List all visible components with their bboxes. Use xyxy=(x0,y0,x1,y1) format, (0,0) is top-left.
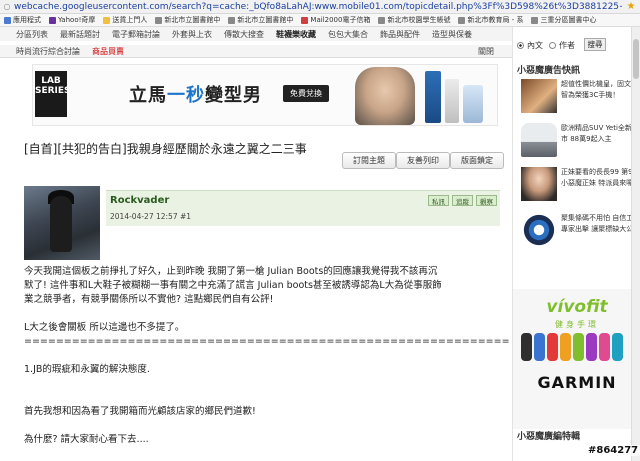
bookmark-6[interactable]: Mail2000電子信箱 xyxy=(297,15,374,25)
address-bar[interactable]: ○ webcache.googleusercontent.com/search?… xyxy=(0,0,640,14)
brand-logo: LAB SERIES xyxy=(35,71,71,117)
redeem-button[interactable]: 免費兌換 xyxy=(283,85,329,102)
folder-icon xyxy=(103,16,111,24)
separator-line: ========================================… xyxy=(24,336,510,347)
ad-section-title: 小惡魔廣告快訊 xyxy=(517,66,581,76)
post-content: 今天我開這個板之前掙扎了好久，止到昨晚 我開了第一槍 Julian Boots的… xyxy=(24,265,510,447)
page-icon: ○ xyxy=(3,2,11,11)
page-icon xyxy=(458,16,466,24)
post-line: 默了! 這件事和L大鞋子被糊糊一事有關之中充滿了謊言 Julian boots甚… xyxy=(24,280,442,291)
band-icon xyxy=(521,333,532,361)
bookmark-9[interactable]: 三重分區圖書中心 xyxy=(527,15,600,25)
bookmark-yahoo[interactable]: Yahoo!奇摩 xyxy=(45,15,99,25)
post-datetime: 2014-04-27 12:57 #1 xyxy=(110,212,192,221)
apps-icon xyxy=(4,16,11,24)
scrollbar-thumb[interactable] xyxy=(633,39,639,79)
page-scrollbar[interactable] xyxy=(631,27,640,461)
ad-item[interactable]: 歐洲精品SUV Yeti全新上市 88萬9起入主 xyxy=(521,123,639,161)
nav-item[interactable]: 包包大集合 xyxy=(328,29,368,40)
post-line: 首先我想和因為看了我開箱而光顧該店家的鄉民們道歉! xyxy=(24,406,256,417)
ad-item[interactable]: 超值性價比機皇，固文啟智為榮獲3C手機！ xyxy=(521,79,639,117)
post-line: 1.JB的瑕疵和永翼的解決態度. xyxy=(24,364,150,375)
page-icon xyxy=(378,16,386,24)
car-thumbnail xyxy=(521,123,557,157)
watermark-id: #864277 xyxy=(586,445,640,456)
product-image xyxy=(463,85,483,123)
product-image xyxy=(445,79,459,123)
page-icon xyxy=(228,16,236,24)
band-icon xyxy=(599,333,610,361)
post-header: Rockvader 2014-04-27 12:57 #1 私訊 追蹤 觀察 xyxy=(24,186,502,260)
phone-thumbnail xyxy=(521,79,557,113)
garmin-ad[interactable]: vívofit 健身手環 GARMIN xyxy=(513,289,640,429)
ad-item[interactable]: 聚集條碼不用怕 自信工程專家出擊 讓聚標缺大公開 xyxy=(521,213,640,251)
nav-item[interactable]: 飾品與配件 xyxy=(380,29,420,40)
bookmark-8[interactable]: 新北市教育局 - 系 xyxy=(454,15,527,25)
nav-item[interactable]: 最新話題討 xyxy=(60,29,100,40)
post-line: 業之競爭者，有競爭關係所以不實他? 這點鄉民們自有公評! xyxy=(24,294,274,305)
page-icon xyxy=(531,16,539,24)
nav-item-sale[interactable]: 商品買賣 xyxy=(92,46,124,57)
nav-item[interactable]: 造型與保養 xyxy=(432,29,472,40)
post-line: 今天我開這個板之前掙扎了好久，止到昨晚 我開了第一槍 Julian Boots的… xyxy=(24,266,438,277)
watch-button[interactable]: 觀察 xyxy=(476,195,497,206)
nav-item[interactable]: 電子郵箱討論 xyxy=(112,29,160,40)
band-icon xyxy=(534,333,545,361)
nav-item-active[interactable]: 鞋襪樂收藏 xyxy=(276,29,316,40)
page-icon xyxy=(155,16,163,24)
search-option-author[interactable]: 作者 xyxy=(549,40,575,51)
model-photo xyxy=(355,67,415,125)
shield-icon xyxy=(521,213,557,247)
mail-icon xyxy=(301,16,309,24)
pm-button[interactable]: 私訊 xyxy=(428,195,449,206)
band-icon xyxy=(612,333,623,361)
band-icon xyxy=(586,333,597,361)
nav-item-general[interactable]: 時尚流行綜合討論 xyxy=(16,46,80,57)
band-icon xyxy=(573,333,584,361)
banner-ad[interactable]: LAB SERIES 立馬一秒變型男 免費兌換 xyxy=(32,64,498,126)
bookmark-apps[interactable]: 應用程式 xyxy=(0,15,45,25)
feature-section-title: 小惡魔廣編特輯 xyxy=(517,432,581,442)
avatar[interactable] xyxy=(24,186,100,260)
post-line: 為什麼? 請大家耐心看下去.... xyxy=(24,434,149,445)
bookmark-4[interactable]: 新北市立圖書館中 xyxy=(151,15,224,25)
search-button[interactable]: 搜尋 xyxy=(584,38,606,51)
url-text[interactable]: webcache.googleusercontent.com/search?q=… xyxy=(14,2,622,12)
nav-item[interactable]: 傳散大搜查 xyxy=(224,29,264,40)
post-floor[interactable]: #1 xyxy=(180,212,191,221)
star-icon[interactable]: ★ xyxy=(622,1,640,12)
close-nav-button[interactable]: 關閉 xyxy=(478,46,494,57)
subcategory-nav: 時尚流行綜合討論 商品買賣 關閉 xyxy=(0,45,512,58)
username[interactable]: Rockvader xyxy=(110,195,169,206)
subscribe-button[interactable]: 訂閱主題 xyxy=(342,152,396,169)
bookmark-3[interactable]: 送貨上門人 xyxy=(99,15,151,25)
radio-selected-icon xyxy=(517,42,524,49)
girl-thumbnail xyxy=(521,167,557,201)
follow-button[interactable]: 追蹤 xyxy=(452,195,473,206)
right-sidebar: 內文 作者 搜尋 小惡魔廣告快訊 超值性價比機皇，固文啟智為榮獲3C手機！ 歐洲… xyxy=(512,27,640,461)
band-icon xyxy=(547,333,558,361)
category-nav: 分區列表 最新話題討 電子郵箱討論 外套與上衣 傳散大搜查 鞋襪樂收藏 包包大集… xyxy=(0,27,512,41)
yahoo-icon xyxy=(49,16,56,24)
bookmark-7[interactable]: 新北市校園學生帳號 xyxy=(374,15,454,25)
thread-title: [自首][共犯的告白]我親身經歷關於永遠之翼之二三事 xyxy=(24,142,307,156)
print-button[interactable]: 友善列印 xyxy=(396,152,450,169)
search-option-content[interactable]: 內文 xyxy=(517,40,543,51)
lock-button[interactable]: 版面鎖定 xyxy=(450,152,504,169)
bookmark-5[interactable]: 新北市立圖書館中 xyxy=(224,15,297,25)
nav-item[interactable]: 外套與上衣 xyxy=(172,29,212,40)
band-icon xyxy=(560,333,571,361)
nav-item[interactable]: 分區列表 xyxy=(16,29,48,40)
radio-icon xyxy=(549,42,556,49)
poster-info: Rockvader 2014-04-27 12:57 #1 私訊 追蹤 觀察 xyxy=(106,190,500,226)
post-line: L大之後會關板 所以這邊也不多提了。 xyxy=(24,322,185,333)
product-image xyxy=(425,71,441,123)
bookmarks-bar: 應用程式 Yahoo!奇摩 送貨上門人 新北市立圖書館中 新北市立圖書館中 Ma… xyxy=(0,14,640,27)
ad-item[interactable]: 正妹要看的長長99 第9個小惡魔正妹 特派員來囉～ xyxy=(521,167,640,205)
banner-slogan: 立馬一秒變型男 xyxy=(129,85,262,106)
